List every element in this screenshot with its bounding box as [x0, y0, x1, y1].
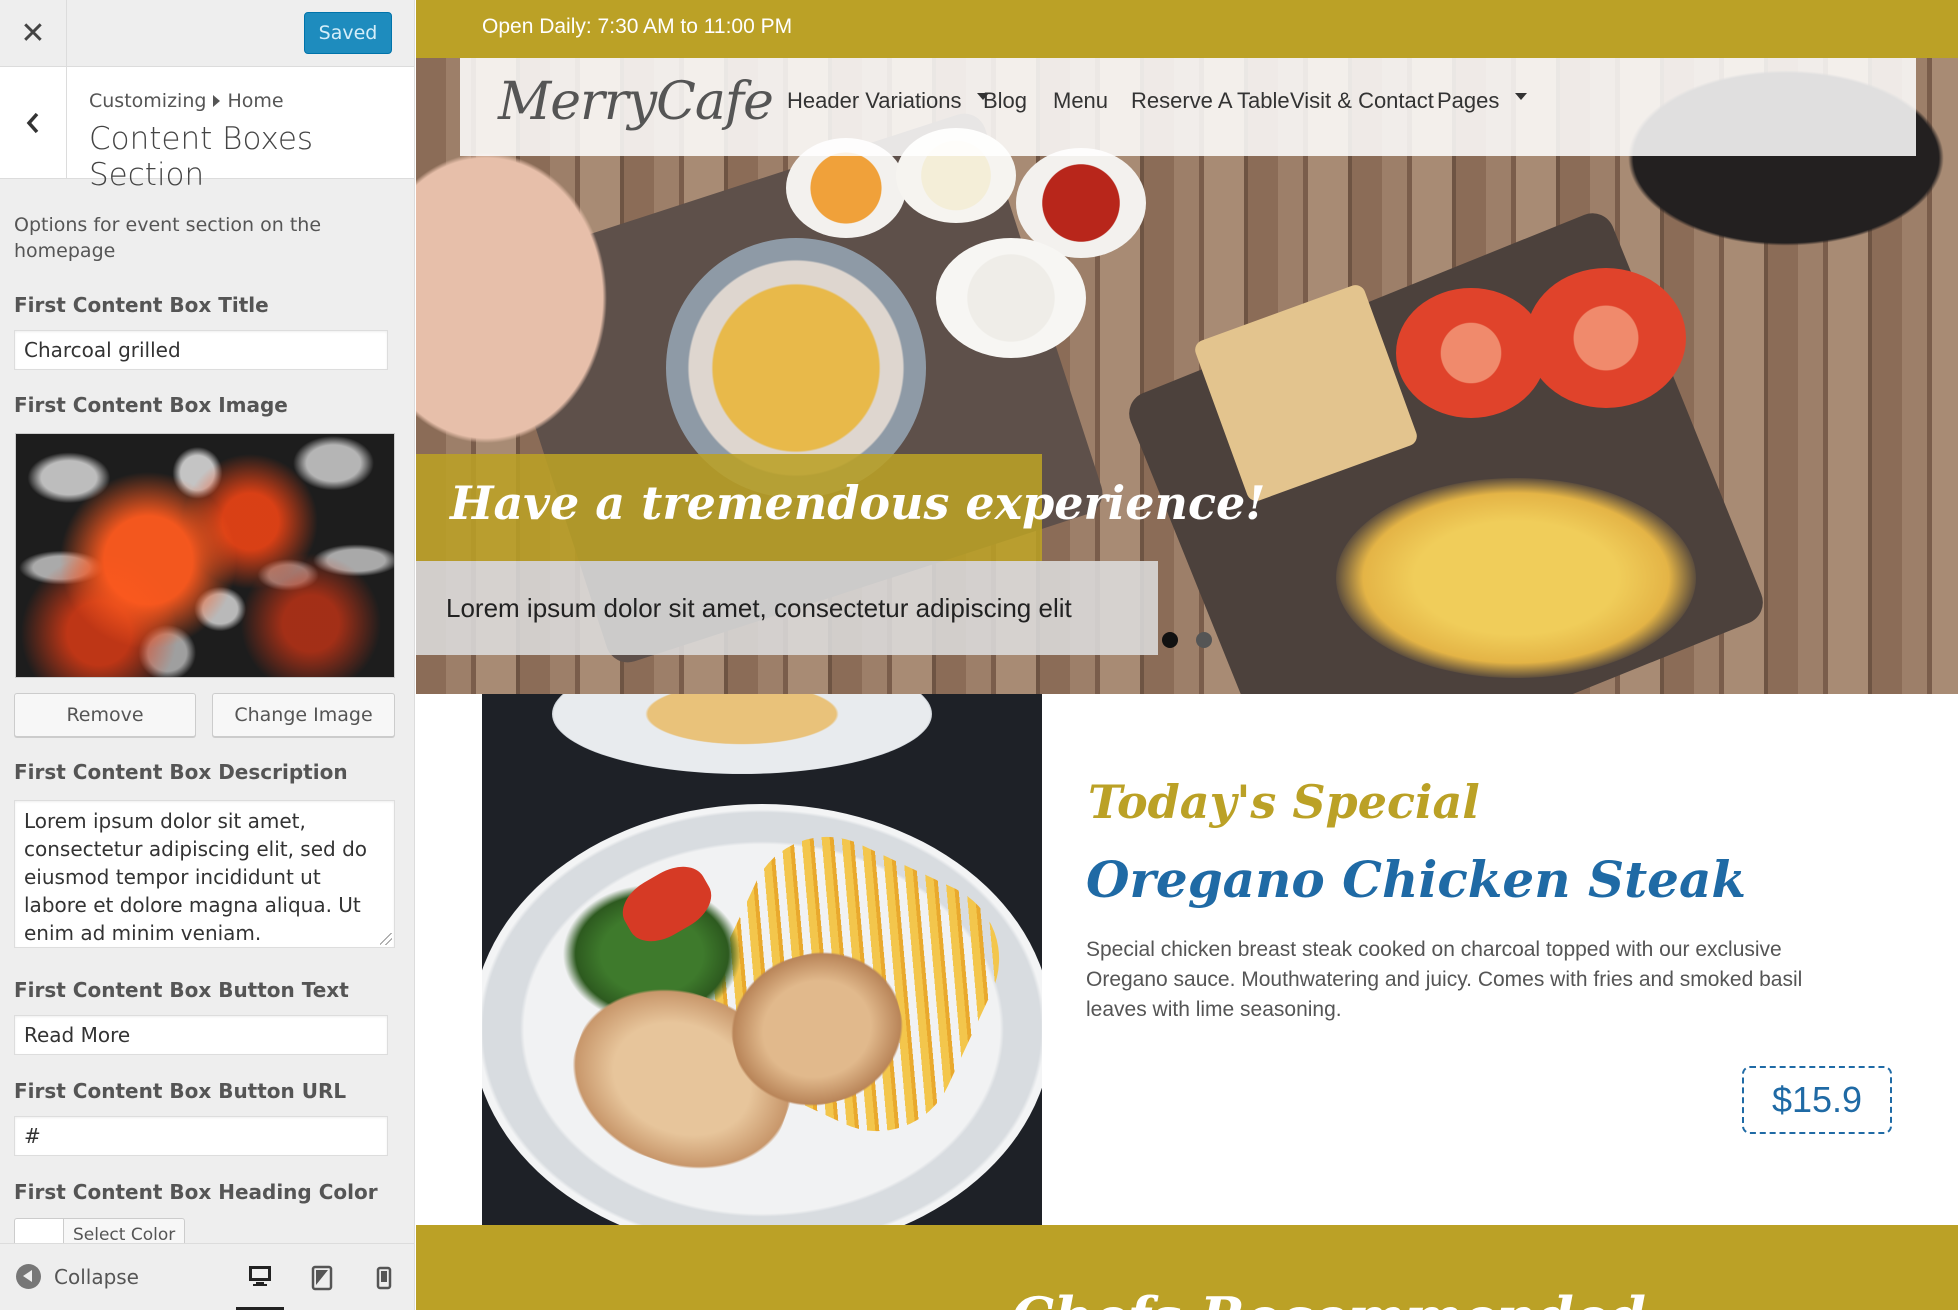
nav-item-blog[interactable]: Blog	[983, 88, 1027, 114]
nav-label: Pages	[1437, 88, 1500, 113]
description-text: Lorem ipsum dolor sit amet, consectetur …	[24, 809, 368, 945]
nav-item-header-variations[interactable]: Header Variations	[787, 88, 990, 114]
recommended-heading: Chefs Recommended	[1011, 1285, 1646, 1310]
photo-dip-bowl	[936, 238, 1086, 358]
slider-dot[interactable]	[1196, 632, 1212, 648]
change-image-button[interactable]: Change Image	[212, 693, 395, 737]
hero-slider: MerryCafe Header Variations Blog Menu Re…	[416, 58, 1958, 694]
nav-item-reserve[interactable]: Reserve A Table	[1131, 88, 1290, 114]
top-info-bar: Open Daily: 7:30 AM to 11:00 PM	[416, 0, 1958, 58]
recommended-section: Chefs Recommended	[416, 1225, 1958, 1310]
section-header: Customizing Home Content Boxes Section	[0, 67, 414, 193]
collapse-label: Collapse	[54, 1264, 139, 1289]
nav-label: Blog	[983, 88, 1028, 113]
customizer-sidebar: ✕ Saved Customizing Home Content Boxes S…	[0, 0, 415, 1310]
dropdown-caret-icon	[1515, 92, 1528, 100]
nav-item-menu[interactable]: Menu	[1053, 88, 1108, 114]
nav-label: Visit & Contact	[1290, 88, 1434, 113]
resize-grip-icon[interactable]	[380, 933, 392, 945]
photo-eggs	[1336, 478, 1696, 678]
description-textarea[interactable]: Lorem ipsum dolor sit amet, consectetur …	[14, 800, 395, 948]
photo-tomato-2	[1526, 268, 1686, 408]
nav-item-pages[interactable]: Pages	[1437, 88, 1528, 114]
button-text-input[interactable]: Read More	[14, 1015, 388, 1055]
title-input[interactable]: Charcoal grilled	[14, 330, 388, 370]
close-icon[interactable]: ✕	[0, 0, 67, 67]
price-badge: $15.9	[1742, 1066, 1892, 1134]
heading-color-label: First Content Box Heading Color	[14, 1180, 378, 1204]
remove-image-button[interactable]: Remove	[14, 693, 196, 737]
content-box-image-preview	[15, 433, 395, 678]
breadcrumb-root: Customizing	[89, 90, 207, 112]
hero-subtitle-band: Lorem ipsum dolor sit amet, consectetur …	[416, 561, 1158, 655]
nav-label: Header Variations	[787, 88, 962, 113]
section-description: Options for event section on the homepag…	[14, 214, 322, 262]
collapse-button[interactable]: Collapse	[16, 1264, 139, 1289]
preview-desktop-button[interactable]	[236, 1244, 284, 1310]
main-nav: Header Variations Blog Menu Reserve A Ta…	[460, 58, 1916, 156]
open-hours-text: Open Daily: 7:30 AM to 11:00 PM	[482, 15, 793, 38]
slider-dot-active[interactable]	[1162, 632, 1178, 648]
hero-subtitle: Lorem ipsum dolor sit amet, consectetur …	[446, 593, 1072, 623]
customizer-footer: Collapse	[0, 1243, 414, 1310]
desktop-icon	[249, 1265, 271, 1286]
hero-title-band: Have a tremendous experience!	[416, 454, 1265, 561]
breadcrumb-current: Home	[227, 90, 284, 112]
customizer-header: ✕ Saved	[0, 0, 414, 67]
back-button[interactable]	[0, 67, 67, 179]
preview-tablet-button[interactable]	[298, 1244, 346, 1310]
title-label: First Content Box Title	[14, 293, 269, 317]
site-navbar: MerryCafe Header Variations Blog Menu Re…	[460, 58, 1916, 156]
description-label: First Content Box Description	[14, 760, 348, 784]
back-chevron-icon	[26, 112, 39, 134]
special-dish-image	[482, 694, 1042, 1225]
hero-title: Have a tremendous experience!	[450, 476, 1266, 530]
button-url-input[interactable]: #	[14, 1116, 388, 1156]
site-preview: Open Daily: 7:30 AM to 11:00 PM MerryCaf…	[416, 0, 1958, 1310]
button-url-label: First Content Box Button URL	[14, 1079, 347, 1103]
photo-back-plate	[552, 694, 932, 774]
saved-button[interactable]: Saved	[304, 12, 392, 54]
preview-mobile-button[interactable]	[360, 1244, 408, 1310]
breadcrumb-separator-icon	[213, 95, 221, 107]
breadcrumb: Customizing Home	[89, 90, 284, 112]
image-label: First Content Box Image	[14, 393, 288, 417]
nav-label: Reserve A Table	[1131, 88, 1290, 113]
nav-label: Menu	[1053, 88, 1109, 113]
special-dish-description: Special chicken breast steak cooked on c…	[1086, 938, 1803, 1021]
special-dish-name: Oregano Chicken Steak	[1086, 850, 1747, 909]
special-kicker: Today's Special	[1088, 775, 1480, 829]
mobile-icon	[376, 1266, 392, 1289]
photo-tomato-1	[1396, 288, 1546, 418]
button-text-label: First Content Box Button Text	[14, 978, 349, 1002]
nav-item-visit-contact[interactable]: Visit & Contact	[1290, 88, 1434, 114]
collapse-icon	[16, 1264, 41, 1289]
tablet-icon	[311, 1265, 333, 1290]
